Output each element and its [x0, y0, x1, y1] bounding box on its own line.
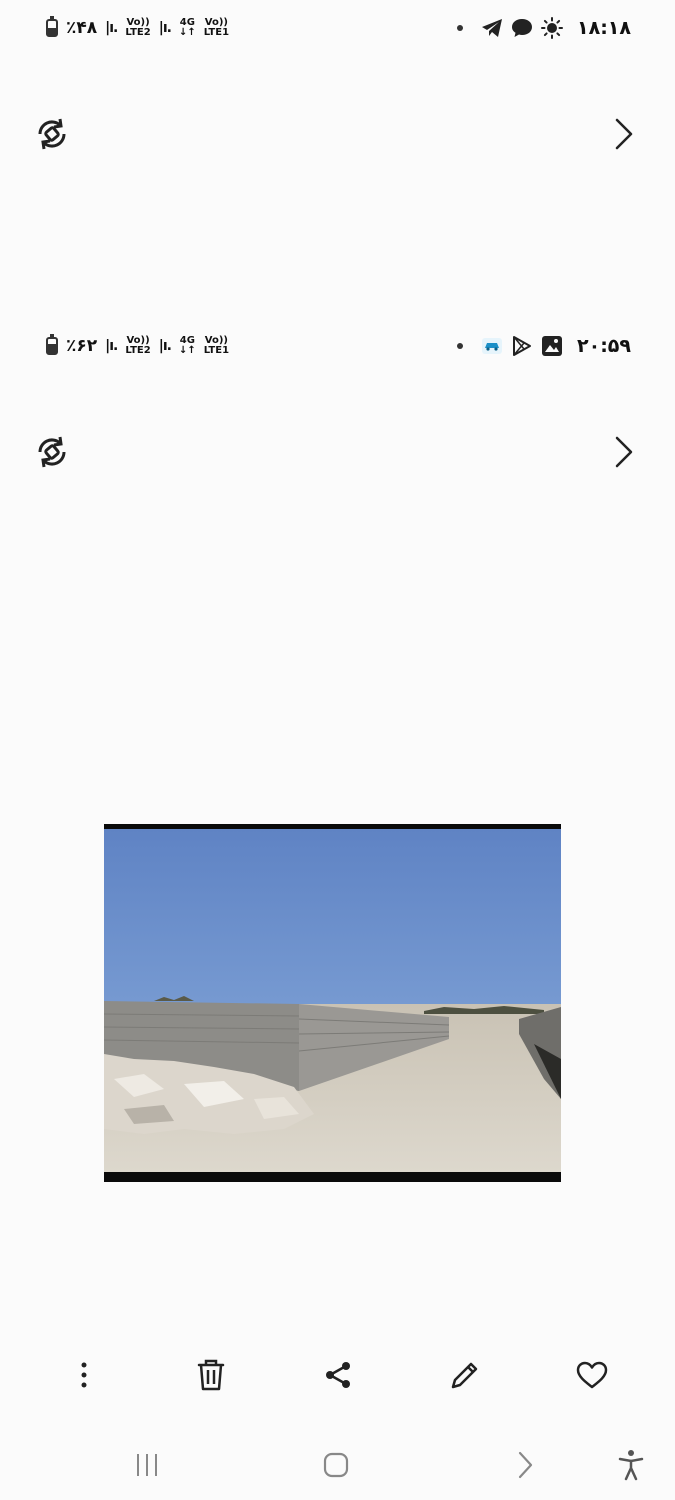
delete-icon — [197, 1359, 224, 1391]
battery-percent: ٪۶۲ — [66, 336, 98, 356]
battery-icon — [46, 16, 58, 37]
network-4g-indicator: 4G ↓↑ — [178, 17, 196, 38]
edit-icon — [451, 1362, 477, 1389]
share-button[interactable] — [313, 1350, 363, 1400]
rotate-icon — [38, 436, 66, 468]
telegram-icon — [482, 19, 502, 37]
dot-icon — [457, 25, 463, 31]
back-icon — [518, 1451, 533, 1479]
favorite-button[interactable] — [567, 1350, 617, 1400]
sim1-indicator: Vo)) LTE1 — [203, 335, 230, 356]
sim2-indicator: Vo)) LTE2 — [125, 335, 151, 356]
recent-apps-button[interactable] — [127, 1445, 167, 1485]
status-bar-1: ٪۴۸ |ı. Vo)) LTE2 |ı. 4G ↓↑ Vo)) LTE1 ۱۸… — [0, 13, 675, 43]
battery-percent: ٪۴۸ — [66, 18, 98, 38]
dot-icon — [457, 343, 463, 349]
more-options-icon — [81, 1362, 86, 1388]
delete-button[interactable] — [186, 1350, 236, 1400]
next-button[interactable] — [607, 432, 637, 472]
rotate-button[interactable] — [32, 114, 72, 154]
chevron-right-icon — [615, 118, 633, 150]
play-store-icon — [513, 336, 531, 356]
edit-button[interactable] — [440, 1350, 490, 1400]
status-bar-left: ٪۴۸ |ı. Vo)) LTE2 |ı. 4G ↓↑ Vo)) LTE1 — [46, 16, 230, 38]
share-icon — [325, 1362, 350, 1388]
chevron-right-icon — [615, 436, 633, 468]
sim1-indicator: Vo)) LTE1 — [203, 17, 230, 38]
photo-toolbar — [0, 1345, 675, 1405]
status-bar-right: ۲۰:۵۹ — [457, 335, 631, 357]
signal-bars-icon: |ı. — [105, 20, 118, 36]
clock: ۲۰:۵۹ — [577, 335, 631, 357]
gallery-icon — [542, 336, 562, 356]
status-bar-right: ۱۸:۱۸ — [457, 17, 631, 39]
more-options-button[interactable] — [59, 1350, 109, 1400]
photo-construction-site — [104, 829, 561, 1172]
sim2-indicator: Vo)) LTE2 — [125, 17, 151, 38]
battery-icon — [46, 334, 58, 355]
recent-apps-icon — [137, 1454, 157, 1476]
rotate-icon — [38, 118, 66, 150]
brightness-icon — [541, 17, 563, 39]
next-button[interactable] — [607, 114, 637, 154]
chat-bubble-icon — [512, 19, 532, 37]
network-4g-indicator: 4G ↓↑ — [178, 335, 196, 356]
viewer-controls-2 — [0, 424, 675, 474]
signal-bars-icon: |ı. — [158, 20, 172, 36]
photo-view[interactable] — [104, 824, 561, 1182]
rotate-button[interactable] — [32, 432, 72, 472]
home-button[interactable] — [316, 1445, 356, 1485]
system-navigation-bar — [0, 1435, 675, 1495]
viewer-controls-1 — [0, 106, 675, 156]
signal-bars-icon: |ı. — [105, 338, 118, 354]
back-button[interactable] — [505, 1445, 545, 1485]
status-bar-left: ٪۶۲ |ı. Vo)) LTE2 |ı. 4G ↓↑ Vo)) LTE1 — [46, 334, 230, 356]
accessibility-icon — [618, 1450, 644, 1481]
car-app-icon — [482, 338, 502, 354]
status-bar-2: ٪۶۲ |ı. Vo)) LTE2 |ı. 4G ↓↑ Vo)) LTE1 ۲۰… — [0, 331, 675, 361]
favorite-icon — [576, 1361, 607, 1389]
accessibility-button[interactable] — [611, 1445, 651, 1485]
home-icon — [323, 1452, 349, 1478]
clock: ۱۸:۱۸ — [577, 17, 631, 39]
signal-bars-icon: |ı. — [158, 338, 172, 354]
